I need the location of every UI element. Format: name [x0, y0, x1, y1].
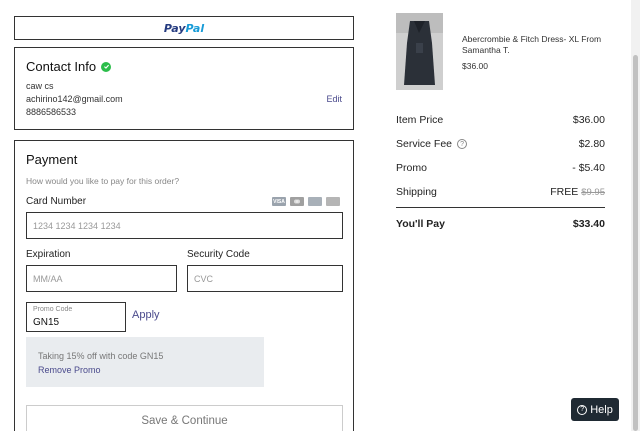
contact-info-title: Contact Info: [26, 59, 97, 74]
apply-promo-button[interactable]: Apply: [132, 309, 160, 321]
question-circle-icon: ?: [577, 404, 588, 415]
total-row: You'll Pay $33.40: [396, 217, 605, 231]
shipping-row: Shipping FREE $9.95: [396, 185, 605, 199]
remove-promo-link[interactable]: Remove Promo: [38, 365, 101, 375]
item-price-row: Item Price $36.00: [396, 113, 605, 127]
payment-subtitle: How would you like to pay for this order…: [26, 176, 180, 186]
promo-applied-notice: Taking 15% off with code GN15 Remove Pro…: [26, 337, 264, 387]
product-image: [396, 13, 443, 90]
save-continue-button[interactable]: Save & Continue: [26, 405, 343, 431]
promo-applied-text: Taking 15% off with code GN15: [38, 351, 164, 361]
paypal-button[interactable]: PayPal: [14, 16, 354, 40]
contact-phone: 8886586533: [26, 107, 77, 117]
scrollbar-thumb[interactable]: [633, 55, 638, 431]
question-circle-icon[interactable]: ?: [457, 139, 468, 149]
promo-code-label: Promo Code: [33, 306, 73, 313]
item-price-label: Item Price: [396, 114, 444, 126]
paypal-logo: PayPal: [164, 22, 204, 35]
service-fee-value: $2.80: [578, 138, 605, 150]
help-label: Help: [590, 403, 613, 416]
security-code-input[interactable]: CVC: [187, 265, 343, 292]
payment-title: Payment: [26, 152, 78, 167]
payment-section: Payment How would you like to pay for th…: [14, 140, 354, 431]
shipping-value: FREE: [550, 186, 579, 198]
promo-summary-value: - $5.40: [572, 162, 605, 174]
item-price-value: $36.00: [572, 114, 605, 126]
security-code-label: Security Code: [187, 249, 250, 260]
paypal-logo-pay: Pay: [163, 21, 186, 35]
card-number-label: Card Number: [26, 196, 87, 207]
contact-email: achirino142@gmail.com: [26, 94, 123, 104]
amex-icon: [308, 197, 322, 206]
help-button[interactable]: ? Help: [571, 398, 619, 421]
contact-info-section: Contact Info caw cs achirino142@gmail.co…: [14, 47, 354, 130]
service-fee-row: Service Fee ? $2.80: [396, 137, 605, 151]
page-scrollbar[interactable]: [631, 0, 640, 431]
promo-row: Promo - $5.40: [396, 161, 605, 175]
promo-code-input[interactable]: Promo Code GN15: [26, 302, 126, 332]
visa-icon: VISA: [272, 197, 286, 206]
service-fee-label: Service Fee: [396, 138, 453, 150]
product-title: Abercrombie & Fitch Dress- XL From Saman…: [462, 34, 602, 56]
card-number-input[interactable]: 1234 1234 1234 1234: [26, 212, 343, 239]
expiration-label: Expiration: [26, 249, 71, 260]
promo-code-value: GN15: [33, 317, 60, 328]
mastercard-icon: [290, 197, 304, 206]
paypal-logo-pal: Pal: [185, 21, 205, 35]
edit-contact-link[interactable]: Edit: [326, 94, 342, 104]
shipping-label: Shipping: [396, 186, 437, 198]
expiration-input[interactable]: MM/AA: [26, 265, 177, 292]
shipping-original-price: $9.95: [581, 187, 605, 198]
summary-divider: [396, 207, 605, 208]
contact-info-heading: Contact Info: [26, 59, 112, 74]
check-circle-icon: [101, 61, 112, 72]
total-label: You'll Pay: [396, 218, 445, 230]
product-price: $36.00: [462, 61, 488, 71]
card-brand-icons: VISA: [272, 197, 340, 206]
promo-summary-label: Promo: [396, 162, 427, 174]
generic-card-icon: [326, 197, 340, 206]
contact-name: caw cs: [26, 81, 54, 91]
total-value: $33.40: [572, 218, 605, 230]
